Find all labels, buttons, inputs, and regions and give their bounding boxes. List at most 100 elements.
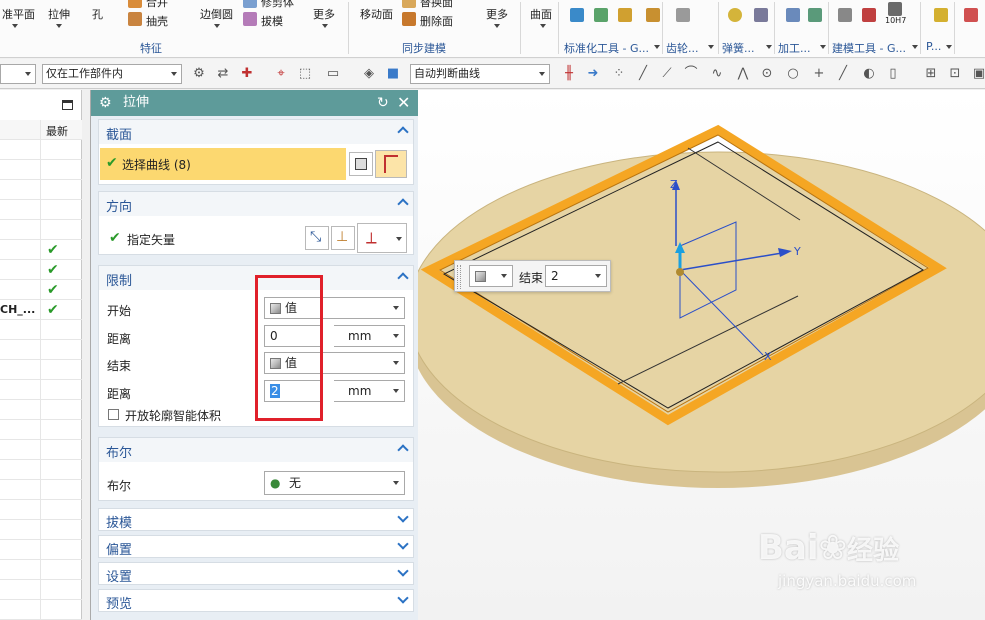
table-row[interactable]: [0, 400, 82, 420]
chevron-down-icon[interactable]: [494, 24, 500, 28]
latest-column-header[interactable]: 最新: [46, 123, 68, 139]
filter-combo[interactable]: [0, 64, 36, 84]
reverse-direction-button[interactable]: ⤡: [305, 226, 329, 250]
origin-handle[interactable]: [676, 268, 684, 276]
stop-at-intersection-icon[interactable]: ╫: [562, 67, 576, 81]
unite-button[interactable]: 合并: [146, 0, 168, 10]
chevron-down-icon[interactable]: [654, 45, 660, 49]
surface-button[interactable]: 曲面: [530, 6, 552, 22]
snap-cross-icon[interactable]: +: [812, 67, 826, 81]
vector-dialog-button[interactable]: ⊥: [331, 226, 355, 250]
modeling-tool-icon-2[interactable]: [862, 8, 876, 22]
rect-select-icon[interactable]: ▭: [326, 67, 340, 81]
chevron-down-icon[interactable]: [56, 24, 62, 28]
start-unit-select[interactable]: mm: [334, 325, 405, 347]
chevron-down-icon[interactable]: [912, 45, 918, 49]
snap-icon[interactable]: ⇄: [216, 67, 230, 81]
table-row[interactable]: [0, 380, 82, 400]
machining-icon-2[interactable]: [808, 8, 822, 22]
view-zoom-icon[interactable]: ⊡: [948, 67, 962, 81]
drag-handle[interactable]: [457, 265, 461, 289]
std-tool-icon-4[interactable]: [646, 8, 660, 22]
chevron-down-icon[interactable]: [397, 565, 409, 577]
chevron-down-icon[interactable]: [708, 45, 714, 49]
snap-curve-icon[interactable]: ⌒: [684, 67, 698, 81]
body-select-icon[interactable]: ◈: [362, 67, 376, 81]
view-fit-icon[interactable]: ⊞: [924, 67, 938, 81]
machining-icon-1[interactable]: [786, 8, 800, 22]
table-row[interactable]: [0, 360, 82, 380]
solid-icon[interactable]: ■: [386, 67, 400, 81]
std-tool-icon-1[interactable]: [570, 8, 584, 22]
settings-panel[interactable]: 设置: [98, 562, 414, 585]
spring-tool-icon[interactable]: [754, 8, 768, 22]
chevron-down-icon[interactable]: [540, 24, 546, 28]
table-row[interactable]: [0, 180, 82, 200]
chevron-down-icon[interactable]: [766, 45, 772, 49]
snap-slash-icon[interactable]: ╱: [836, 67, 850, 81]
chevron-down-icon[interactable]: [214, 24, 220, 28]
more-button-1[interactable]: 更多: [313, 6, 335, 22]
dialog-title-bar[interactable]: ⚙ 拉伸 ↻ ✕: [91, 90, 419, 116]
table-row[interactable]: [0, 600, 82, 620]
hole-button[interactable]: 孔: [92, 6, 103, 22]
extrude-button[interactable]: 拉伸: [48, 6, 70, 22]
table-row[interactable]: [0, 500, 82, 520]
chevron-up-icon[interactable]: [397, 272, 409, 284]
chevron-down-icon[interactable]: [397, 592, 409, 604]
snap-spline-icon[interactable]: ∿: [710, 67, 724, 81]
chevron-down-icon[interactable]: [946, 45, 952, 49]
chevron-down-icon[interactable]: [397, 538, 409, 550]
chevron-up-icon[interactable]: [397, 444, 409, 456]
floating-end-value-input[interactable]: 2: [545, 265, 607, 287]
std-tool-icon-3[interactable]: [618, 8, 632, 22]
misc-tool-icon[interactable]: [964, 8, 978, 22]
table-row[interactable]: ✔: [0, 280, 82, 300]
curve-rule-combo[interactable]: 自动判断曲线: [410, 64, 550, 84]
vector-type-dropdown[interactable]: ⟂: [357, 223, 407, 253]
table-row[interactable]: CH_... ✔: [0, 300, 82, 320]
follow-fillet-icon[interactable]: ➜: [586, 67, 600, 81]
table-row[interactable]: [0, 480, 82, 500]
table-row[interactable]: ✔: [0, 260, 82, 280]
open-profile-checkbox[interactable]: [108, 409, 119, 420]
curve-button[interactable]: [375, 150, 407, 178]
close-icon[interactable]: ✕: [397, 90, 410, 116]
draft-button[interactable]: 拔模: [261, 13, 283, 29]
section-header[interactable]: 截面: [99, 120, 413, 144]
snap-line2-icon[interactable]: ⟋: [660, 67, 674, 81]
snap-grid-icon[interactable]: ⁘: [612, 67, 626, 81]
modeling-tool-icon-1[interactable]: [838, 8, 852, 22]
snap-line-icon[interactable]: ╱: [636, 67, 650, 81]
preview-panel[interactable]: 预览: [98, 589, 414, 612]
snap-bar-icon[interactable]: ▯: [886, 67, 900, 81]
chevron-up-icon[interactable]: [397, 198, 409, 210]
chevron-down-icon[interactable]: [322, 24, 328, 28]
table-row[interactable]: [0, 340, 82, 360]
snap-center-icon[interactable]: ⊙: [760, 67, 774, 81]
datum-plane-button[interactable]: 准平面: [2, 6, 35, 22]
select-curve-row[interactable]: ✔ 选择曲线 (8): [100, 148, 346, 180]
table-row[interactable]: [0, 460, 82, 480]
floating-type-select[interactable]: [469, 265, 513, 287]
p-tool-icon[interactable]: [934, 8, 948, 22]
chevron-down-icon[interactable]: [12, 24, 18, 28]
table-row[interactable]: [0, 200, 82, 220]
draft-panel[interactable]: 拔模: [98, 508, 414, 531]
offset-panel[interactable]: 偏置: [98, 535, 414, 558]
point-icon[interactable]: ⌖: [274, 67, 288, 81]
select-icon[interactable]: ⬚: [298, 67, 312, 81]
table-row[interactable]: [0, 160, 82, 180]
table-row[interactable]: [0, 140, 82, 160]
shell-button[interactable]: 抽壳: [146, 13, 168, 29]
tolerance-icon[interactable]: [888, 2, 902, 16]
end-unit-select[interactable]: mm: [334, 380, 405, 402]
direction-header[interactable]: 方向: [99, 192, 413, 216]
replace-face-button[interactable]: 替换面: [420, 0, 453, 10]
view-render-icon[interactable]: ▣: [972, 67, 985, 81]
chevron-down-icon[interactable]: [820, 45, 826, 49]
move-face-button[interactable]: 移动面: [360, 6, 393, 22]
scope-combo[interactable]: 仅在工作部件内: [42, 64, 182, 84]
chevron-up-icon[interactable]: [397, 126, 409, 138]
chevron-down-icon[interactable]: [397, 511, 409, 523]
